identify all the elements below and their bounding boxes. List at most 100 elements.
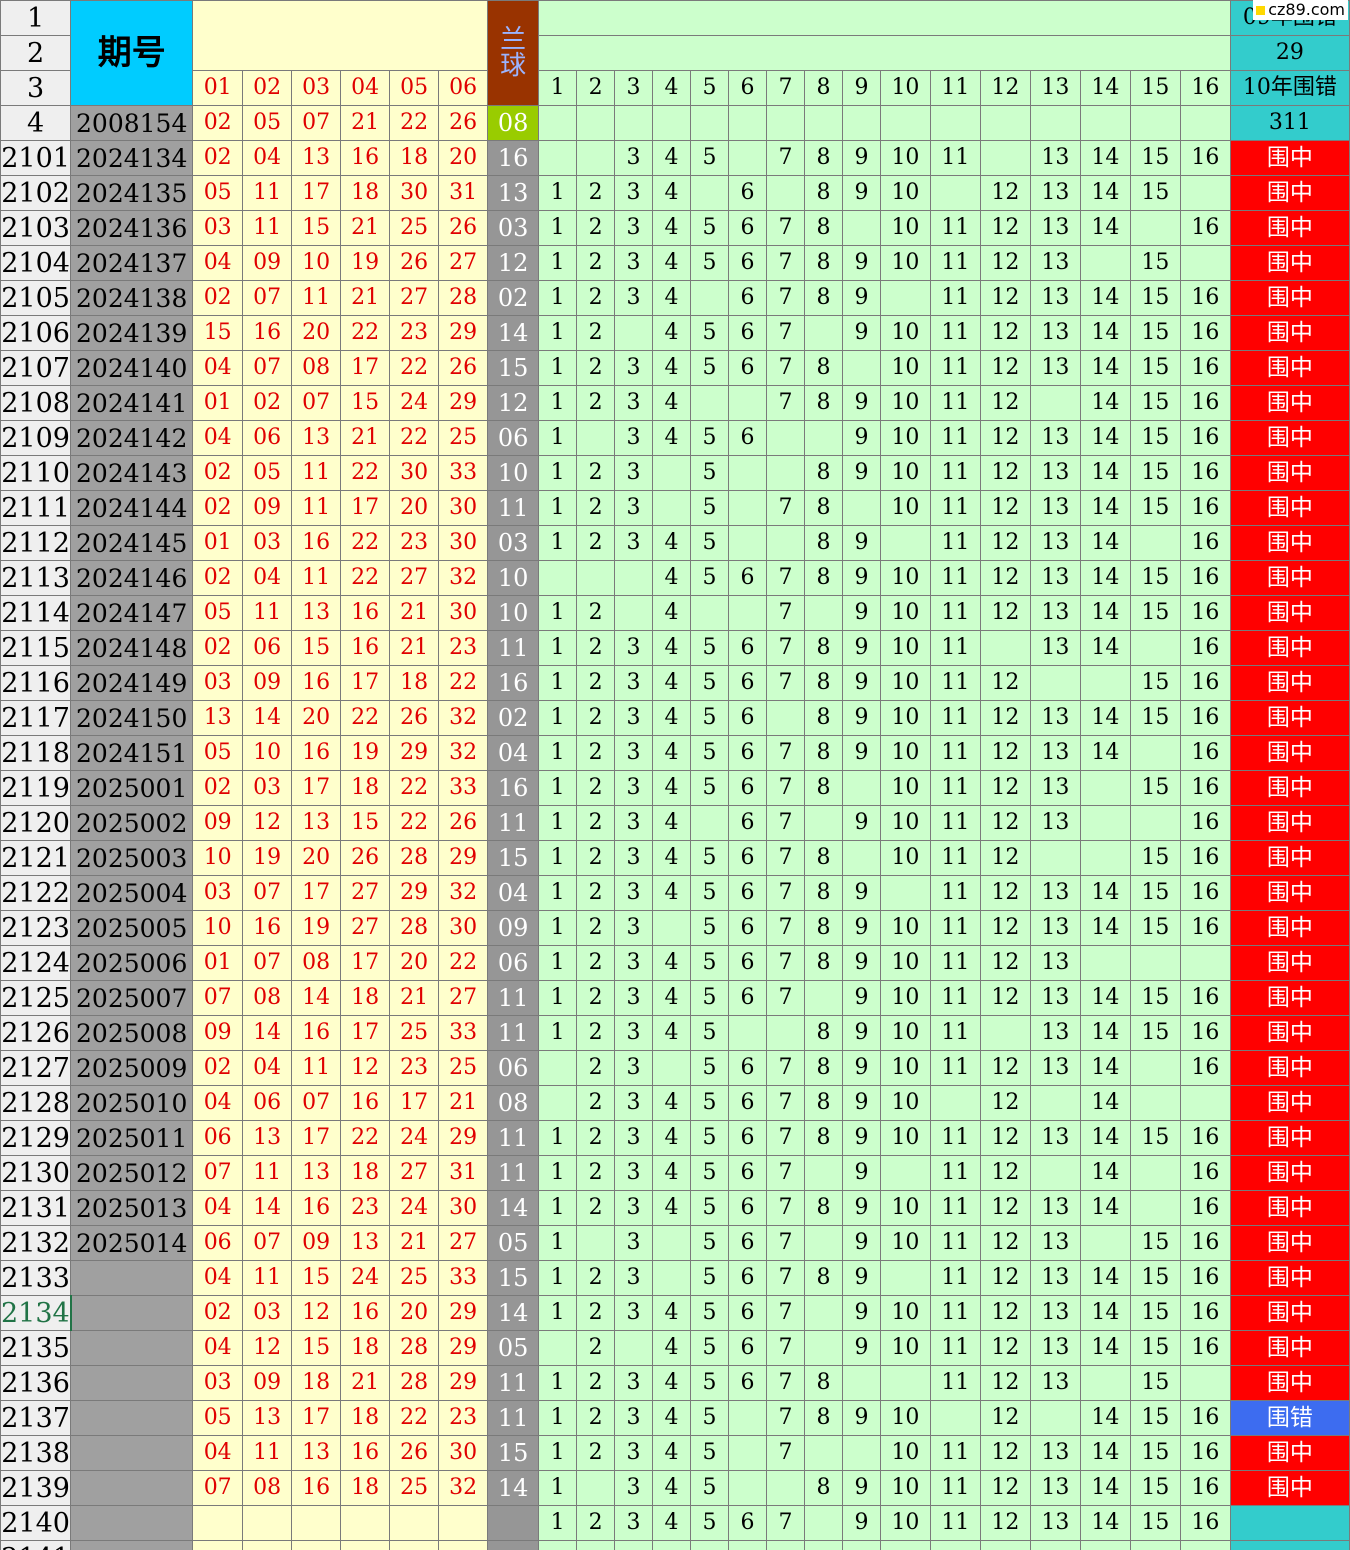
red-ball-cell[interactable]: 07	[291, 1085, 342, 1121]
status-cell[interactable]: 围中	[1229, 1015, 1350, 1051]
num-cell[interactable]: 10	[879, 630, 931, 666]
num-cell[interactable]	[1129, 630, 1181, 666]
red-ball-cell[interactable]: 11	[291, 560, 342, 596]
num-cell[interactable]: 15	[1129, 560, 1181, 596]
num-cell[interactable]: 3	[614, 910, 654, 946]
num-cell[interactable]: 2	[576, 1505, 616, 1541]
period-cell[interactable]: 2025008	[70, 1015, 194, 1051]
num-cell[interactable]: 1	[538, 245, 578, 281]
num-cell[interactable]: 2	[576, 350, 616, 386]
num-cell[interactable]: 10	[879, 315, 931, 351]
period-cell[interactable]: 2024137	[70, 245, 194, 281]
num-cell[interactable]: 6	[728, 630, 767, 666]
num-cell[interactable]	[1179, 1540, 1231, 1550]
num-cell[interactable]: 2	[576, 455, 616, 491]
num-cell[interactable]: 2	[576, 1400, 616, 1436]
num-cell[interactable]: 14	[1079, 1155, 1131, 1191]
num-cell[interactable]: 1	[538, 1225, 578, 1261]
num-cell[interactable]: 11	[929, 735, 981, 771]
blue-ball-cell[interactable]: 03	[487, 525, 540, 561]
num-cell[interactable]	[614, 1330, 654, 1366]
red-ball-cell[interactable]: 30	[438, 490, 489, 526]
num-cell[interactable]: 13	[1029, 280, 1081, 316]
num-cell[interactable]: 6	[728, 1085, 767, 1121]
num-cell[interactable]: 5	[690, 420, 730, 456]
row-number[interactable]: 2115	[0, 630, 72, 666]
num-cell[interactable]: 5	[690, 1190, 730, 1226]
red-ball-cell[interactable]: 26	[340, 840, 391, 876]
row-number[interactable]: 2	[0, 35, 72, 71]
red-ball-cell[interactable]: 21	[389, 595, 440, 631]
num-cell[interactable]	[841, 1435, 881, 1471]
num-cell[interactable]: 4	[652, 1085, 692, 1121]
num-cell[interactable]: 16	[1179, 1330, 1231, 1366]
num-cell[interactable]	[803, 105, 843, 141]
red-ball-cell[interactable]: 01	[192, 945, 244, 981]
status-cell[interactable]	[1229, 1505, 1350, 1541]
num-cell[interactable]: 14	[1079, 595, 1131, 631]
status-cell[interactable]: 围中	[1229, 630, 1350, 666]
num-cell[interactable]: 8	[803, 735, 843, 771]
red-ball-cell[interactable]: 19	[242, 840, 293, 876]
num-cell[interactable]: 3	[614, 1015, 654, 1051]
num-cell[interactable]: 7	[766, 315, 805, 351]
row-number[interactable]: 1	[0, 0, 72, 36]
red-ball-cell[interactable]: 08	[291, 350, 342, 386]
num-cell[interactable]: 1	[538, 595, 578, 631]
red-ball-cell[interactable]: 05	[192, 735, 244, 771]
num-cell[interactable]: 12	[979, 1295, 1031, 1331]
num-cell[interactable]: 14	[1079, 1505, 1131, 1541]
red-ball-cell[interactable]: 32	[438, 560, 489, 596]
num-cell[interactable]: 2	[576, 770, 616, 806]
num-cell[interactable]: 16	[1179, 1470, 1231, 1506]
num-cell[interactable]: 9	[841, 1050, 881, 1086]
status-cell[interactable]: 围中	[1229, 910, 1350, 946]
red-ball-cell[interactable]: 03	[192, 1365, 244, 1401]
num-cell[interactable]: 15	[1129, 385, 1181, 421]
num-cell[interactable]	[1129, 1540, 1181, 1550]
row-number[interactable]: 2109	[0, 420, 72, 456]
num-cell[interactable]: 10	[879, 1505, 931, 1541]
num-cell[interactable]	[766, 105, 805, 141]
num-cell[interactable]: 3	[614, 490, 654, 526]
red-ball-cell[interactable]	[438, 1505, 489, 1541]
num-cell[interactable]	[614, 315, 654, 351]
num-cell[interactable]	[766, 1470, 805, 1506]
red-ball-cell[interactable]	[340, 1505, 391, 1541]
red-ball-cell[interactable]: 18	[340, 980, 391, 1016]
row-number[interactable]: 2135	[0, 1330, 72, 1366]
num-cell[interactable]: 5	[690, 1085, 730, 1121]
num-cell[interactable]: 11	[929, 140, 981, 176]
num-cell[interactable]: 11	[929, 315, 981, 351]
red-ball-cell[interactable]: 22	[389, 350, 440, 386]
num-cell[interactable]: 4	[652, 1400, 692, 1436]
red-ball-cell[interactable]: 26	[438, 805, 489, 841]
num-cell[interactable]	[929, 1085, 981, 1121]
red-ball-cell[interactable]: 01	[192, 525, 244, 561]
red-ball-cell[interactable]: 20	[389, 490, 440, 526]
num-cell[interactable]: 4	[652, 175, 692, 211]
blue-ball-cell[interactable]: 14	[487, 1295, 540, 1331]
num-cell[interactable]: 11	[929, 910, 981, 946]
row-number[interactable]: 2110	[0, 455, 72, 491]
red-ball-cell[interactable]: 25	[438, 1050, 489, 1086]
num-cell[interactable]: 14	[1079, 1470, 1131, 1506]
red-ball-cell[interactable]: 09	[192, 1015, 244, 1051]
red-ball-cell[interactable]: 13	[242, 1120, 293, 1156]
num-cell[interactable]: 4	[652, 630, 692, 666]
num-cell[interactable]: 1	[538, 875, 578, 911]
num-cell[interactable]: 9	[841, 910, 881, 946]
num-cell[interactable]: 4	[652, 1190, 692, 1226]
num-cell[interactable]: 9	[841, 455, 881, 491]
num-cell[interactable]: 9	[841, 805, 881, 841]
num-cell[interactable]: 13	[1029, 245, 1081, 281]
num-cell[interactable]: 13	[1029, 1225, 1081, 1261]
num-cell[interactable]: 4	[652, 1330, 692, 1366]
red-ball-cell[interactable]	[242, 1540, 293, 1550]
num-cell[interactable]: 1	[538, 805, 578, 841]
num-cell[interactable]: 6	[728, 770, 767, 806]
num-cell[interactable]: 10	[879, 1015, 931, 1051]
blue-ball-cell[interactable]: 11	[487, 805, 540, 841]
num-cell[interactable]: 16	[1179, 630, 1231, 666]
row-number[interactable]: 2108	[0, 385, 72, 421]
